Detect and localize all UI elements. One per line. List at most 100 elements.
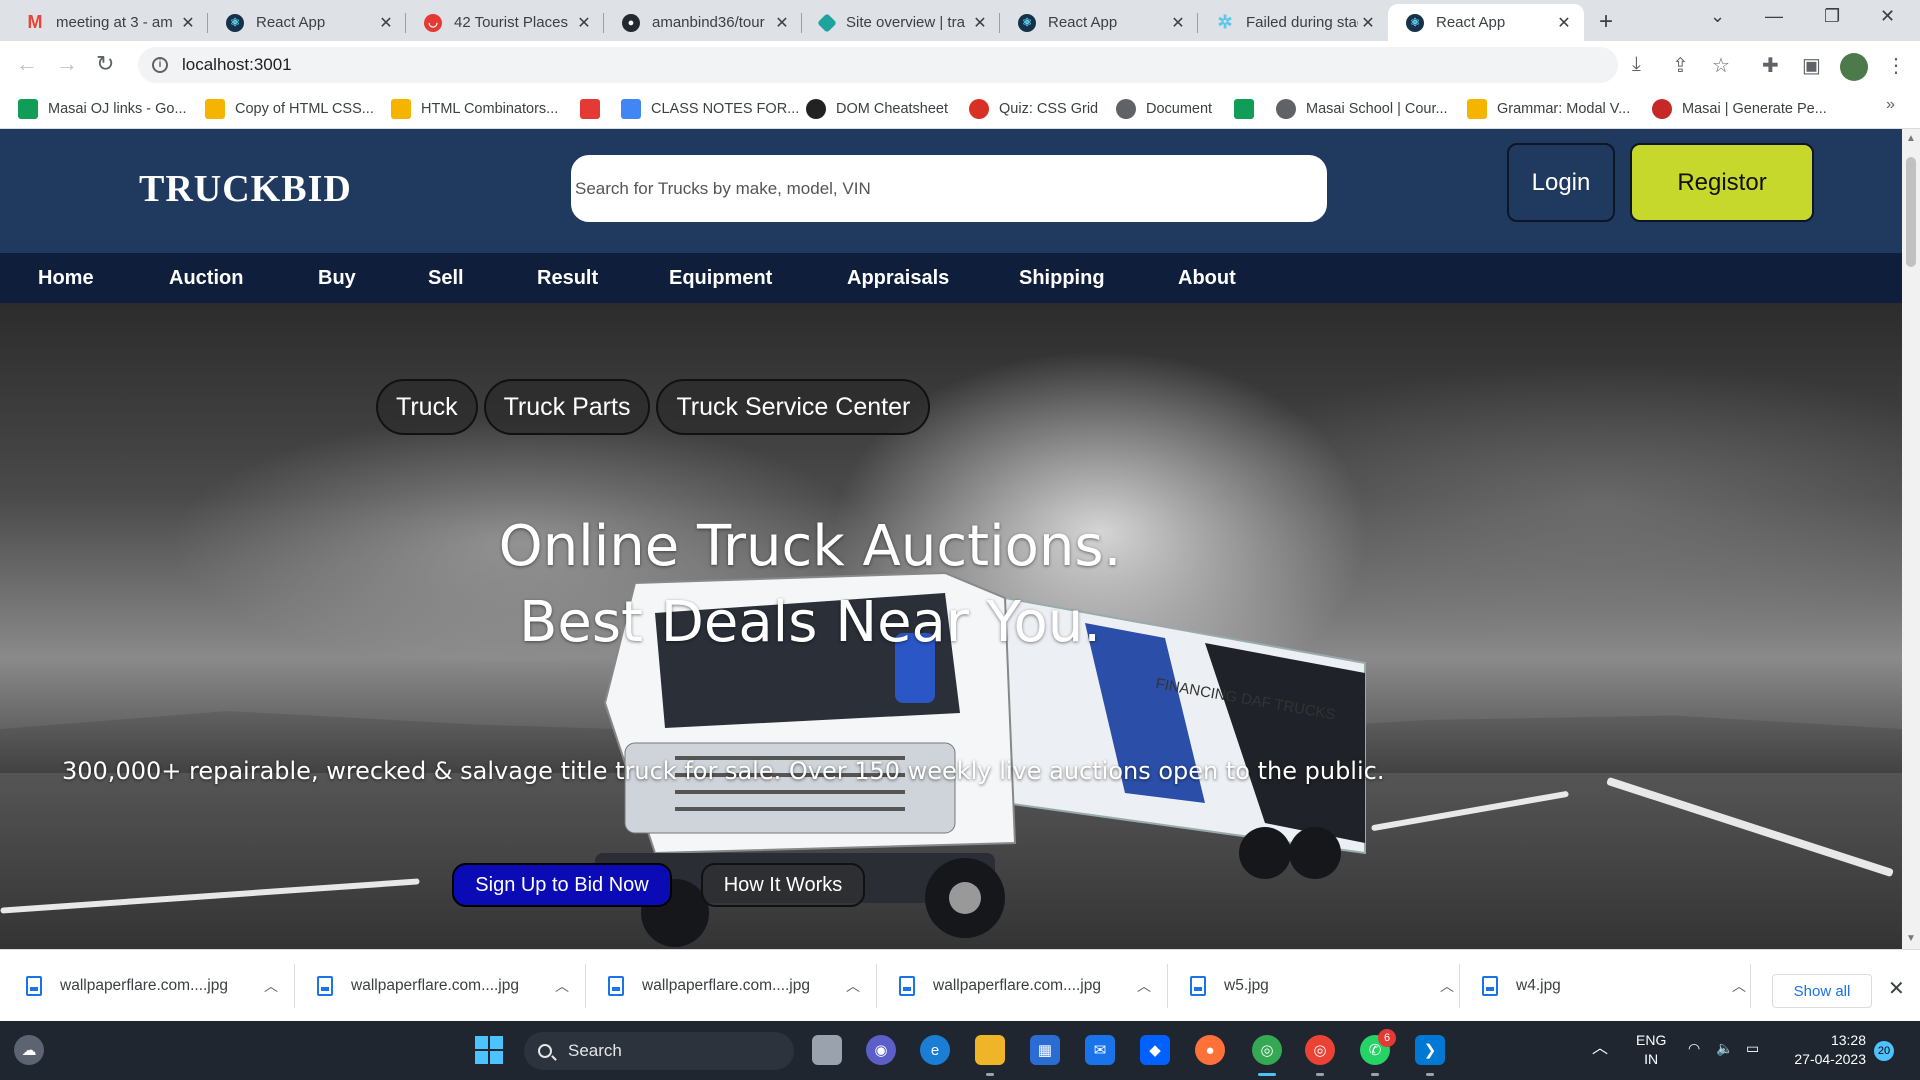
nav-shipping[interactable]: Shipping (1019, 267, 1105, 290)
browser-tab[interactable]: M meeting at 3 - am ✕ (8, 4, 208, 41)
profile-avatar[interactable] (1840, 53, 1868, 81)
bookmark-item[interactable]: Masai School | Cour... (1276, 97, 1448, 121)
close-download-bar-icon[interactable]: ✕ (1888, 976, 1905, 1001)
nav-home[interactable]: Home (38, 267, 94, 290)
address-bar-url[interactable]: localhost:3001 (182, 55, 292, 75)
scroll-down-icon[interactable]: ▼ (1906, 933, 1916, 944)
maximize-icon[interactable]: ❐ (1824, 6, 1840, 27)
login-button[interactable]: Login (1507, 143, 1615, 222)
bookmark-item[interactable]: Grammar: Modal V... (1467, 97, 1630, 121)
download-item[interactable]: wallpaperflare.com....jpg ︿ (26, 968, 278, 1004)
download-item[interactable]: w5.jpg ︿ (1190, 968, 1454, 1004)
chevron-up-icon[interactable]: ︿ (1440, 976, 1454, 996)
close-tab-icon[interactable]: ✕ (1358, 13, 1378, 33)
page-scrollbar[interactable]: ▲ ▼ (1902, 129, 1920, 949)
show-all-downloads-button[interactable]: Show all (1772, 974, 1872, 1008)
start-icon[interactable] (474, 1035, 504, 1065)
bookmark-item[interactable]: DOM Cheatsheet (806, 97, 948, 121)
bookmark-item[interactable]: Masai | Generate Pe... (1652, 97, 1827, 121)
clock[interactable]: 13:28 27-04-2023 (1786, 1031, 1866, 1069)
bookmark-item[interactable]: Masai OJ links - Go... (18, 97, 187, 121)
scroll-up-icon[interactable]: ▲ (1906, 133, 1916, 144)
chevron-up-icon[interactable]: ︿ (846, 976, 860, 996)
close-tab-icon[interactable]: ✕ (1554, 13, 1574, 33)
browser-tab[interactable]: ◡ 42 Tourist Places ✕ (406, 4, 604, 41)
nav-equipment[interactable]: Equipment (669, 267, 772, 290)
search-input[interactable] (571, 155, 1327, 222)
close-window-icon[interactable]: ✕ (1880, 6, 1895, 27)
bookmark-star-icon[interactable]: ☆ (1712, 53, 1730, 78)
reload-icon[interactable]: ↻ (96, 51, 114, 77)
nav-appraisals[interactable]: Appraisals (847, 267, 949, 290)
download-item[interactable]: wallpaperflare.com....jpg ︿ (608, 968, 860, 1004)
scrollbar-thumb[interactable] (1906, 157, 1916, 267)
site-info-icon[interactable]: i (152, 57, 168, 73)
volume-icon[interactable]: 🔈 (1716, 1039, 1733, 1058)
close-tab-icon[interactable]: ✕ (970, 13, 990, 33)
teams-icon[interactable]: ◉ (866, 1035, 896, 1065)
close-tab-icon[interactable]: ✕ (1168, 13, 1188, 33)
forward-icon[interactable]: → (56, 51, 78, 77)
bookmark-item[interactable]: Quiz: CSS Grid (969, 97, 1098, 121)
dropbox-icon[interactable]: ◆ (1140, 1035, 1170, 1065)
bookmark-item[interactable]: CLASS NOTES FOR... (621, 97, 799, 121)
signup-button[interactable]: Sign Up to Bid Now (452, 863, 672, 907)
vscode-icon[interactable]: ❯ (1415, 1035, 1445, 1065)
bookmark-item[interactable]: Copy of HTML CSS... (205, 97, 374, 121)
close-tab-icon[interactable]: ✕ (376, 13, 396, 33)
taskbar-search[interactable]: Search (524, 1032, 794, 1070)
bookmark-item[interactable] (580, 97, 610, 121)
close-tab-icon[interactable]: ✕ (574, 13, 594, 33)
download-item[interactable]: wallpaperflare.com....jpg ︿ (317, 968, 569, 1004)
battery-icon[interactable]: ▭ (1746, 1039, 1759, 1058)
notification-badge[interactable]: 20 (1874, 1041, 1894, 1061)
file-explorer-icon[interactable] (975, 1035, 1005, 1065)
bookmark-item[interactable]: Document (1116, 97, 1212, 121)
menu-icon[interactable]: ⋮ (1886, 53, 1906, 78)
register-button[interactable]: Registor (1630, 143, 1814, 222)
browser-tab[interactable]: ✲ Failed during stag ✕ (1198, 4, 1388, 41)
task-view-icon[interactable] (812, 1035, 842, 1065)
browser-tab-active[interactable]: ⚛ React App ✕ (1388, 4, 1584, 41)
edge-icon[interactable]: e (920, 1035, 950, 1065)
more-bookmarks-icon[interactable]: » (1886, 96, 1895, 114)
chevron-up-icon[interactable]: ︿ (1732, 976, 1746, 996)
nav-result[interactable]: Result (537, 267, 598, 290)
side-panel-icon[interactable]: ▣ (1802, 53, 1821, 78)
install-icon[interactable]: ⤓ (1632, 53, 1641, 76)
language-indicator[interactable]: ENG IN (1636, 1031, 1666, 1069)
minimize-icon[interactable]: — (1765, 6, 1783, 27)
chevron-up-icon[interactable]: ︿ (555, 976, 569, 996)
chevron-up-icon[interactable]: ︿ (1137, 976, 1151, 996)
show-hidden-icons-icon[interactable]: ︿ (1592, 1039, 1608, 1058)
how-it-works-button[interactable]: How It Works (701, 863, 865, 907)
nav-about[interactable]: About (1178, 267, 1236, 290)
download-item[interactable]: wallpaperflare.com....jpg ︿ (899, 968, 1151, 1004)
bookmark-item[interactable] (1234, 97, 1264, 121)
nav-sell[interactable]: Sell (428, 267, 464, 290)
firefox-icon[interactable]: ● (1195, 1035, 1225, 1065)
nav-auction[interactable]: Auction (169, 267, 243, 290)
wifi-icon[interactable]: ◠ (1688, 1039, 1700, 1058)
new-tab-icon[interactable]: + (1599, 8, 1613, 36)
back-icon[interactable]: ← (16, 51, 38, 77)
chrome-icon[interactable]: ◎ (1252, 1035, 1282, 1065)
browser-tab[interactable]: Site overview | tra ✕ (802, 4, 1000, 41)
chevron-up-icon[interactable]: ︿ (264, 976, 278, 996)
browser-tab[interactable]: ● amanbind36/tour ✕ (604, 4, 802, 41)
close-tab-icon[interactable]: ✕ (178, 13, 198, 33)
download-item[interactable]: w4.jpg ︿ (1482, 968, 1746, 1004)
extensions-icon[interactable]: ✚ (1762, 53, 1779, 78)
share-icon[interactable]: ⇪ (1672, 53, 1689, 78)
weather-icon[interactable]: ☁ (14, 1035, 44, 1065)
address-bar[interactable]: i localhost:3001 (138, 47, 1618, 83)
browser-tab[interactable]: ⚛ React App ✕ (1000, 4, 1198, 41)
store-icon[interactable]: ▦ (1030, 1035, 1060, 1065)
site-logo[interactable]: TRUCKBID (139, 167, 352, 211)
close-tab-icon[interactable]: ✕ (772, 13, 792, 33)
chrome-profile-icon[interactable]: ◎ (1305, 1035, 1335, 1065)
nav-buy[interactable]: Buy (318, 267, 356, 290)
mail-icon[interactable]: ✉ (1085, 1035, 1115, 1065)
browser-tab[interactable]: ⚛ React App ✕ (208, 4, 406, 41)
bookmark-item[interactable]: HTML Combinators... (391, 97, 558, 121)
